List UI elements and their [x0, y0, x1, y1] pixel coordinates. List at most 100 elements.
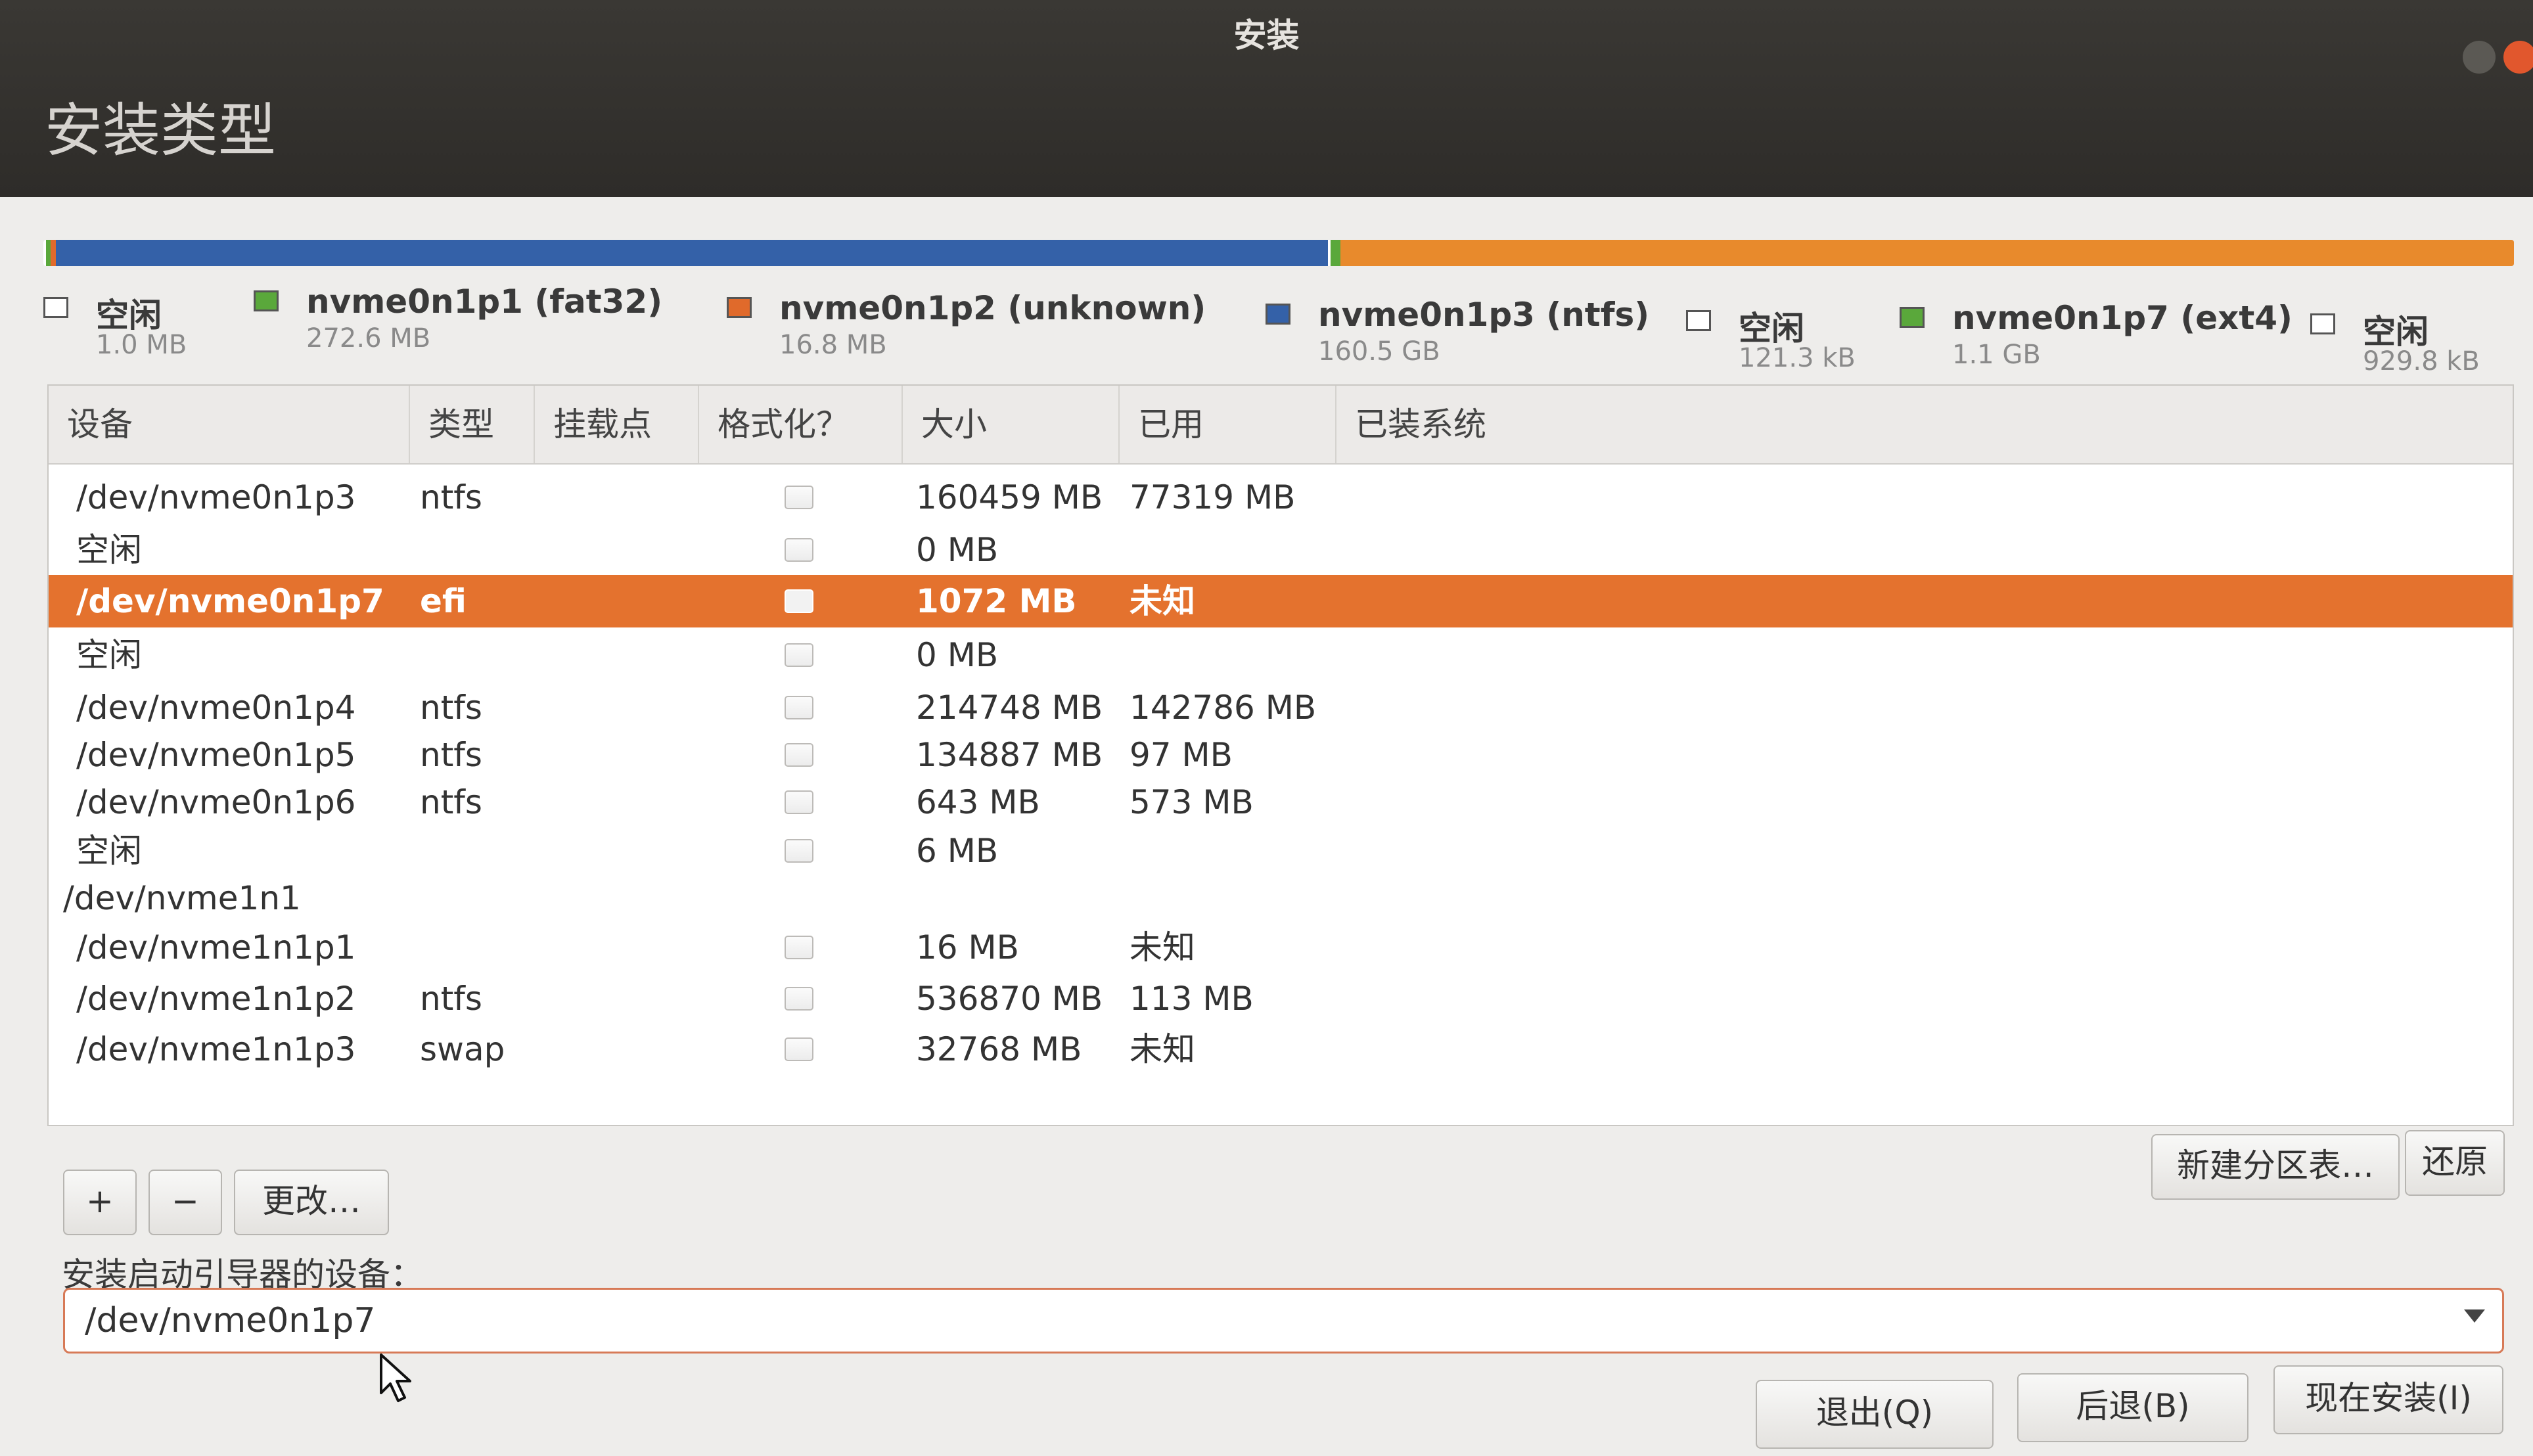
table-row[interactable]: /dev/nvme0n1p7 efi 1072 MB 未知 [49, 575, 2513, 627]
size-cell: 160459 MB [916, 478, 1103, 516]
partition-bar-segment [55, 240, 1329, 266]
bootloader-device-select[interactable]: /dev/nvme0n1p7 [63, 1288, 2504, 1354]
chevron-down-icon[interactable] [2464, 1309, 2485, 1323]
table-row[interactable]: 空闲 0 MB [49, 629, 2513, 681]
type-cell: ntfs [420, 783, 482, 821]
size-cell: 536870 MB [916, 980, 1103, 1018]
format-checkbox[interactable] [785, 839, 813, 863]
minimize-button[interactable] [2463, 41, 2496, 74]
format-checkbox[interactable] [785, 696, 813, 719]
used-cell: 未知 [1130, 1030, 1195, 1068]
used-cell: 未知 [1130, 582, 1195, 620]
back-button[interactable]: 后退(B) [2017, 1373, 2248, 1442]
partition-bar-segment [45, 240, 51, 266]
partition-bar-segment [1340, 240, 2514, 266]
remove-partition-button[interactable]: − [148, 1170, 222, 1235]
format-checkbox[interactable] [785, 987, 813, 1011]
legend-label: nvme0n1p3 (ntfs) [1318, 296, 1650, 334]
size-cell: 134887 MB [916, 736, 1103, 774]
add-partition-button[interactable]: + [63, 1170, 137, 1235]
table-row[interactable]: /dev/nvme1n1p3 swap 32768 MB 未知 [49, 1023, 2513, 1076]
device-cell: /dev/nvme0n1p5 [76, 736, 356, 774]
device-cell: /dev/nvme1n1p1 [76, 928, 356, 967]
legend-size: 160.5 GB [1318, 336, 1440, 367]
table-row[interactable]: /dev/nvme0n1p3 ntfs 160459 MB 77319 MB [49, 471, 2513, 524]
used-cell: 77319 MB [1130, 478, 1296, 516]
format-checkbox[interactable] [785, 589, 813, 613]
device-cell: 空闲 [76, 636, 142, 674]
device-cell: 空闲 [76, 531, 142, 569]
window-title: 安装 [1233, 16, 1300, 55]
used-cell: 142786 MB [1130, 689, 1317, 727]
column-header-used[interactable]: 已用 [1120, 386, 1336, 463]
table-row[interactable]: /dev/nvme0n1p6 ntfs 643 MB 573 MB [49, 776, 2513, 829]
title-bar: 安装 安装类型 [0, 0, 2533, 197]
size-cell: 6 MB [916, 832, 999, 870]
column-header-size[interactable]: 大小 [903, 386, 1120, 463]
device-cell: /dev/nvme1n1p3 [76, 1030, 356, 1068]
table-row[interactable]: /dev/nvme1n1p2 ntfs 536870 MB 113 MB [49, 972, 2513, 1025]
table-row[interactable]: 空闲 6 MB [49, 825, 2513, 877]
column-header-type[interactable]: 类型 [410, 386, 535, 463]
table-row[interactable]: 空闲 0 MB [49, 524, 2513, 576]
type-cell: ntfs [420, 736, 482, 774]
size-cell: 643 MB [916, 783, 1040, 821]
installer-content: 空闲 1.0 MB nvme0n1p1 (fat32) 272.6 MB nvme0n1… [0, 197, 2533, 1456]
legend-size: 1.0 MB [96, 330, 187, 360]
format-checkbox[interactable] [785, 643, 813, 667]
legend-size: 121.3 kB [1739, 343, 1856, 373]
device-cell: /dev/nvme0n1p7 [76, 582, 384, 620]
device-cell: /dev/nvme1n1p2 [76, 980, 356, 1018]
page-title: 安装类型 [45, 97, 277, 164]
legend-label: nvme0n1p1 (fat32) [306, 283, 663, 321]
legend-label: nvme0n1p2 (unknown) [779, 289, 1206, 327]
partition-table[interactable]: 设备 类型 挂载点 格式化？ 大小 已用 已装系统 /dev/nvme0n1p3… [47, 384, 2514, 1126]
format-checkbox[interactable] [785, 538, 813, 562]
partition-legend: 空闲 1.0 MB nvme0n1p1 (fat32) 272.6 MB nvme0n1… [43, 283, 2514, 376]
size-cell: 32768 MB [916, 1030, 1082, 1068]
legend-label: nvme0n1p7 (ext4) [1952, 299, 2293, 337]
size-cell: 214748 MB [916, 689, 1103, 727]
format-checkbox[interactable] [785, 743, 813, 767]
type-cell: swap [420, 1030, 505, 1068]
table-header: 设备 类型 挂载点 格式化？ 大小 已用 已装系统 [49, 386, 2513, 465]
change-partition-button[interactable]: 更改… [234, 1170, 389, 1235]
legend-swatch [727, 297, 752, 318]
table-row[interactable]: /dev/nvme1n1p1 16 MB 未知 [49, 921, 2513, 974]
size-cell: 16 MB [916, 928, 1019, 967]
bootloader-device-value: /dev/nvme0n1p7 [85, 1301, 376, 1340]
used-cell: 113 MB [1130, 980, 1254, 1018]
legend-swatch [2310, 313, 2335, 334]
device-cell: /dev/nvme0n1p4 [76, 689, 356, 727]
new-partition-table-button[interactable]: 新建分区表… [2151, 1134, 2400, 1200]
column-header-system[interactable]: 已装系统 [1336, 386, 2513, 463]
format-checkbox[interactable] [785, 936, 813, 959]
legend-swatch [1686, 310, 1711, 331]
table-row[interactable]: /dev/nvme1n1 [49, 872, 2513, 924]
type-cell: efi [420, 582, 467, 620]
legend-size: 16.8 MB [779, 330, 887, 360]
format-checkbox[interactable] [785, 1037, 813, 1061]
install-now-button[interactable]: 现在安装(I) [2273, 1365, 2503, 1434]
mouse-pointer-icon [380, 1354, 411, 1402]
legend-size: 929.8 kB [2363, 346, 2480, 376]
column-header-device[interactable]: 设备 [49, 386, 410, 463]
revert-button[interactable]: 还原 [2405, 1130, 2505, 1196]
device-cell: /dev/nvme1n1 [63, 879, 301, 917]
format-checkbox[interactable] [785, 790, 813, 814]
table-row[interactable]: /dev/nvme0n1p5 ntfs 134887 MB 97 MB [49, 729, 2513, 781]
partition-bar [43, 240, 2514, 266]
quit-button[interactable]: 退出(Q) [1756, 1380, 1994, 1449]
legend-swatch [1266, 304, 1290, 325]
legend-size: 1.1 GB [1952, 340, 2041, 370]
close-button[interactable] [2503, 41, 2533, 74]
format-checkbox[interactable] [785, 486, 813, 509]
table-row[interactable]: /dev/nvme0n1p4 ntfs 214748 MB 142786 MB [49, 681, 2513, 734]
legend-swatch [254, 290, 279, 311]
type-cell: ntfs [420, 478, 482, 516]
column-header-mount[interactable]: 挂载点 [535, 386, 699, 463]
device-cell: /dev/nvme0n1p6 [76, 783, 356, 821]
legend-size: 272.6 MB [306, 323, 431, 353]
partition-bar-segment [51, 240, 56, 266]
column-header-format[interactable]: 格式化？ [699, 386, 903, 463]
